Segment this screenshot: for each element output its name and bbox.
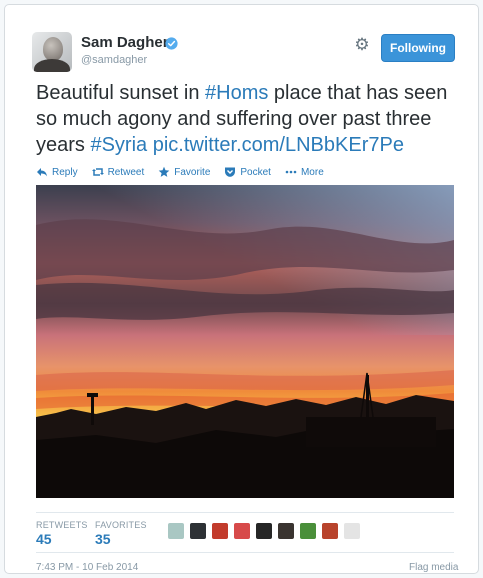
favoriters-avatars xyxy=(168,523,366,539)
favorites-label: FAVORITES xyxy=(95,520,147,530)
pocket-icon xyxy=(224,166,236,178)
favoriter-avatar-4[interactable] xyxy=(234,523,250,539)
divider-bottom xyxy=(36,552,454,553)
retweets-label: RETWEETS xyxy=(36,520,88,530)
favoriter-avatar-5[interactable] xyxy=(256,523,272,539)
media-link[interactable]: pic.twitter.com/LNBbKEr7Pe xyxy=(153,134,404,156)
retweet-button[interactable]: Retweet xyxy=(91,166,145,178)
favorite-button[interactable]: Favorite xyxy=(158,166,210,178)
more-dots-icon xyxy=(285,166,297,178)
sunset-photo xyxy=(36,185,454,498)
reply-label: Reply xyxy=(52,166,78,178)
hashtag-syria[interactable]: #Syria xyxy=(90,134,147,156)
more-button[interactable]: More xyxy=(285,166,324,178)
tweet-text-part: Beautiful sunset in xyxy=(36,82,205,104)
favoriter-avatar-3[interactable] xyxy=(212,523,228,539)
author-avatar[interactable] xyxy=(32,32,72,72)
favorites-count[interactable]: 35 xyxy=(95,531,111,547)
avatar-shoulders xyxy=(34,59,70,72)
tweet-actions: Reply Retweet Favorite Pocket More xyxy=(36,165,338,179)
retweet-label: Retweet xyxy=(107,166,145,178)
tweet-card: Sam Dagher @samdagher ⚙ Following Beauti… xyxy=(4,4,479,574)
favoriter-avatar-6[interactable] xyxy=(278,523,294,539)
gear-icon[interactable]: ⚙ xyxy=(353,36,371,54)
pocket-button[interactable]: Pocket xyxy=(224,166,271,178)
favoriter-avatar-1[interactable] xyxy=(168,523,184,539)
favoriter-avatar-2[interactable] xyxy=(190,523,206,539)
favoriter-avatar-7[interactable] xyxy=(300,523,316,539)
following-button[interactable]: Following xyxy=(381,34,455,62)
retweet-icon xyxy=(91,166,104,178)
favoriter-avatar-8[interactable] xyxy=(322,523,338,539)
retweets-count[interactable]: 45 xyxy=(36,531,52,547)
favoriter-avatar-9[interactable] xyxy=(344,523,360,539)
verified-badge-icon xyxy=(165,37,178,50)
more-label: More xyxy=(300,166,324,178)
flag-media-link[interactable]: Flag media xyxy=(409,562,458,573)
favorite-label: Favorite xyxy=(174,166,211,178)
hashtag-homs[interactable]: #Homs xyxy=(205,82,268,104)
avatar-head xyxy=(43,37,63,61)
tweet-photo[interactable] xyxy=(36,185,454,498)
tweet-timestamp[interactable]: 7:43 PM - 10 Feb 2014 xyxy=(36,562,138,573)
tweet-text: Beautiful sunset in #Homs place that has… xyxy=(36,80,461,158)
star-icon xyxy=(158,166,170,178)
author-handle[interactable]: @samdagher xyxy=(81,54,147,66)
divider-top xyxy=(36,512,454,513)
reply-button[interactable]: Reply xyxy=(36,166,78,178)
author-name[interactable]: Sam Dagher xyxy=(81,34,169,51)
pocket-label: Pocket xyxy=(240,166,271,178)
reply-icon xyxy=(36,166,48,178)
